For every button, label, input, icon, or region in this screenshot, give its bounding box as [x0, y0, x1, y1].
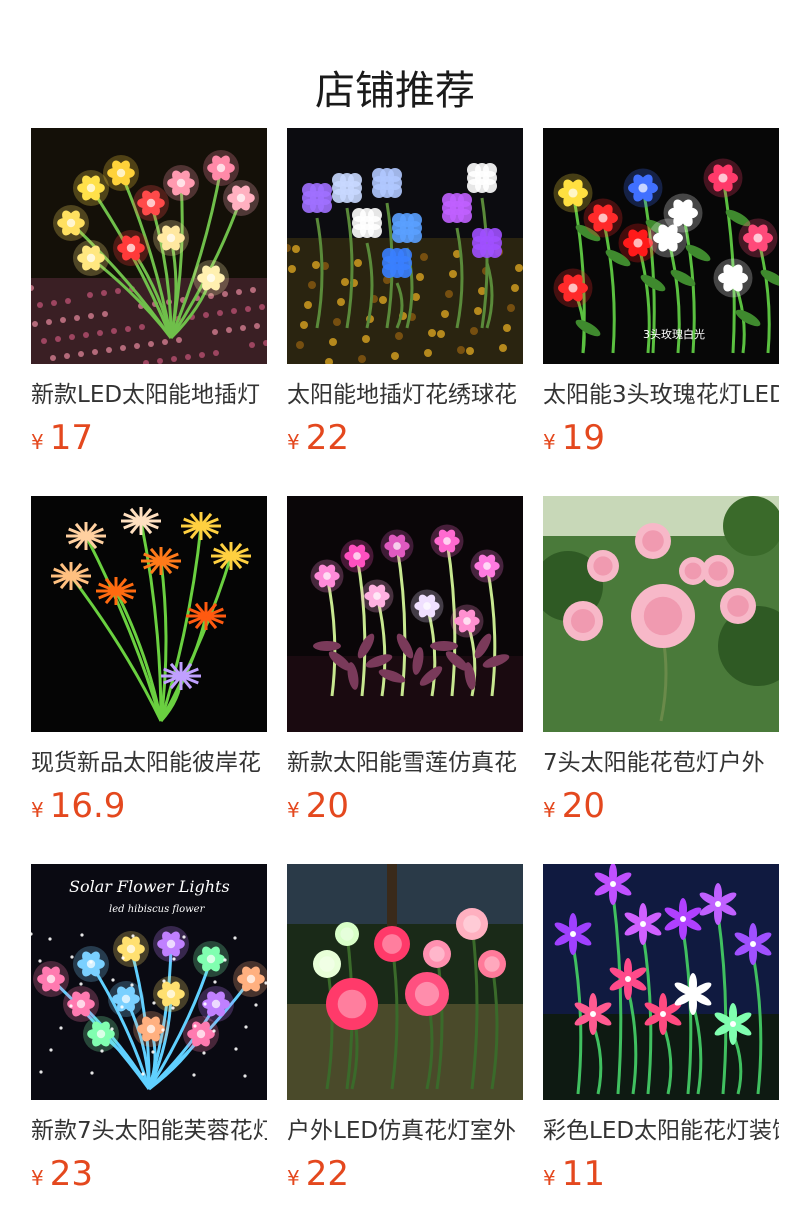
- product-price: ¥20: [543, 784, 779, 828]
- solar-lily-lights-photo: [543, 864, 779, 1100]
- currency-symbol: ¥: [287, 430, 300, 454]
- currency-symbol: ¥: [543, 1166, 556, 1190]
- product-price: ¥23: [31, 1152, 267, 1196]
- product-image-outdoor-led-peony-lights[interactable]: [287, 864, 523, 1100]
- product-card[interactable]: 彩色LED太阳能花灯装饰 ¥11: [543, 864, 779, 1232]
- store-recommendations-page: 店铺推荐 新款LED太阳能地插灯 ¥17 太阳能地插灯花绣球花 ¥22 3头玫瑰白光 太阳…: [0, 0, 790, 1232]
- currency-symbol: ¥: [31, 1166, 44, 1190]
- product-card[interactable]: 3头玫瑰白光太阳能3头玫瑰花灯LED ¥19: [543, 128, 779, 496]
- product-card[interactable]: Solar Flower Lights led hibiscus flower 新款…: [31, 864, 267, 1232]
- price-value: 17: [49, 418, 93, 458]
- solar-hydrangea-lights-photo: [287, 128, 523, 364]
- product-name[interactable]: 现货新品太阳能彼岸花: [31, 746, 267, 780]
- currency-symbol: ¥: [543, 798, 556, 822]
- product-name[interactable]: 新款7头太阳能芙蓉花灯: [31, 1114, 267, 1148]
- image-caption: 3头玫瑰白光: [643, 327, 705, 341]
- solar-spider-lily-lights-photo: [31, 496, 267, 732]
- product-image-solar-lotus-lights[interactable]: [287, 496, 523, 732]
- currency-symbol: ¥: [287, 1166, 300, 1190]
- solar-hibiscus-lights-photo: Solar Flower Lights led hibiscus flower: [31, 864, 267, 1100]
- product-name[interactable]: 新款太阳能雪莲仿真花: [287, 746, 523, 780]
- product-image-solar-spider-lily-lights[interactable]: [31, 496, 267, 732]
- product-price: ¥20: [287, 784, 523, 828]
- product-name[interactable]: 7头太阳能花苞灯户外: [543, 746, 779, 780]
- product-price: ¥22: [287, 416, 523, 460]
- product-price: ¥16.9: [31, 784, 267, 828]
- outdoor-led-peony-lights-photo: [287, 864, 523, 1100]
- section-title: 店铺推荐: [315, 67, 475, 114]
- product-name[interactable]: 户外LED仿真花灯室外: [287, 1114, 523, 1148]
- price-value: 11: [561, 1154, 605, 1194]
- currency-symbol: ¥: [543, 430, 556, 454]
- price-value: 23: [49, 1154, 93, 1194]
- product-price: ¥17: [31, 416, 267, 460]
- product-price: ¥19: [543, 416, 779, 460]
- price-value: 22: [305, 1154, 349, 1194]
- product-image-solar-hydrangea-lights[interactable]: [287, 128, 523, 364]
- product-name[interactable]: 彩色LED太阳能花灯装饰: [543, 1114, 779, 1148]
- price-value: 16.9: [49, 786, 126, 826]
- currency-symbol: ¥: [31, 798, 44, 822]
- product-image-solar-hibiscus-lights[interactable]: Solar Flower Lights led hibiscus flower: [31, 864, 267, 1100]
- product-price: ¥11: [543, 1152, 779, 1196]
- currency-symbol: ¥: [31, 430, 44, 454]
- solar-peony-bud-lights-photo: [543, 496, 779, 732]
- image-caption: led hibiscus flower: [109, 904, 206, 915]
- price-value: 19: [561, 418, 605, 458]
- price-value: 20: [561, 786, 605, 826]
- product-card[interactable]: 新款LED太阳能地插灯 ¥17: [31, 128, 267, 496]
- solar-carnation-lights-photo: [31, 128, 267, 364]
- product-name[interactable]: 新款LED太阳能地插灯: [31, 378, 267, 412]
- product-card[interactable]: 新款太阳能雪莲仿真花 ¥20: [287, 496, 523, 864]
- product-price: ¥22: [287, 1152, 523, 1196]
- product-grid: 新款LED太阳能地插灯 ¥17 太阳能地插灯花绣球花 ¥22 3头玫瑰白光太阳能3头玫瑰…: [31, 128, 779, 1232]
- product-name[interactable]: 太阳能3头玫瑰花灯LED: [543, 378, 779, 412]
- product-card[interactable]: 户外LED仿真花灯室外 ¥22: [287, 864, 523, 1232]
- product-image-solar-peony-bud-lights[interactable]: [543, 496, 779, 732]
- price-value: 20: [305, 786, 349, 826]
- product-card[interactable]: 太阳能地插灯花绣球花 ¥22: [287, 128, 523, 496]
- currency-symbol: ¥: [287, 798, 300, 822]
- solar-rose-lights-photo: 3头玫瑰白光: [543, 128, 779, 364]
- product-card[interactable]: 现货新品太阳能彼岸花 ¥16.9: [31, 496, 267, 864]
- price-value: 22: [305, 418, 349, 458]
- image-caption: Solar Flower Lights: [69, 877, 230, 896]
- product-image-solar-rose-lights[interactable]: 3头玫瑰白光: [543, 128, 779, 364]
- product-image-solar-lily-lights[interactable]: [543, 864, 779, 1100]
- solar-lotus-lights-photo: [287, 496, 523, 732]
- product-name[interactable]: 太阳能地插灯花绣球花: [287, 378, 523, 412]
- product-image-solar-carnation-lights[interactable]: [31, 128, 267, 364]
- product-card[interactable]: 7头太阳能花苞灯户外 ¥20: [543, 496, 779, 864]
